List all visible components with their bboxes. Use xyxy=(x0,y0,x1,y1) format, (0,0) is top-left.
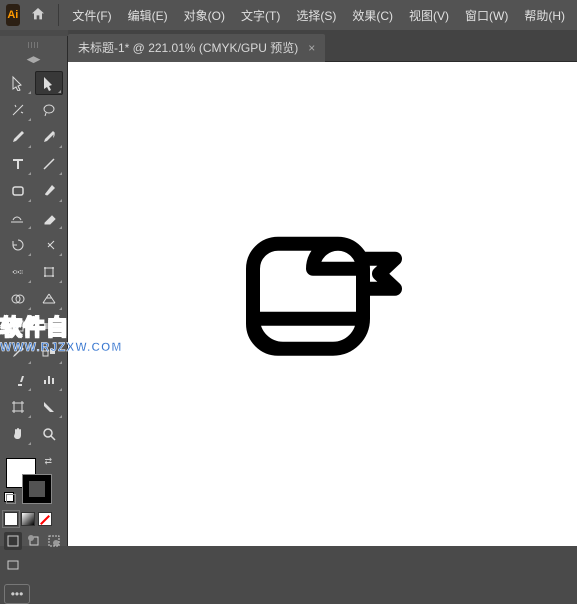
pen-tool[interactable] xyxy=(4,125,32,149)
watermark-url: WWW.RJZXW.COM xyxy=(0,340,122,354)
collapse-toggle[interactable]: ◀▶ xyxy=(4,54,63,65)
zoom-tool[interactable] xyxy=(35,422,63,446)
divider xyxy=(58,4,59,26)
default-fill-stroke-icon[interactable] xyxy=(4,492,16,504)
watermark-text: 软件自学网 xyxy=(0,310,122,342)
curvature-tool[interactable] xyxy=(35,125,63,149)
shaper-tool[interactable] xyxy=(4,206,32,230)
perspective-grid-tool[interactable] xyxy=(35,287,63,311)
swap-fill-stroke-icon[interactable]: ⇄ xyxy=(44,456,52,467)
menu-type[interactable]: 文字(T) xyxy=(235,3,286,28)
scissors-tool[interactable] xyxy=(35,233,63,257)
menu-view[interactable]: 视图(V) xyxy=(403,3,455,28)
selection-tool[interactable] xyxy=(4,71,32,95)
close-icon[interactable]: × xyxy=(308,41,315,55)
draw-mode-row xyxy=(4,532,63,550)
magic-wand-tool[interactable] xyxy=(4,98,32,122)
tools-panel: ◀▶ ⇄ xyxy=(0,36,68,546)
menu-edit[interactable]: 编辑(E) xyxy=(122,3,174,28)
document-tab[interactable]: 未标题-1* @ 221.01% (CMYK/GPU 预览) × xyxy=(68,34,325,62)
rectangle-tool[interactable] xyxy=(4,179,32,203)
home-icon[interactable] xyxy=(30,6,46,25)
draw-normal-button[interactable] xyxy=(4,532,22,550)
menu-object[interactable]: 对象(O) xyxy=(178,3,231,28)
app-logo: Ai xyxy=(6,4,20,26)
color-mode-row xyxy=(4,512,63,526)
menu-help[interactable]: 帮助(H) xyxy=(518,3,571,28)
width-tool[interactable] xyxy=(4,260,32,284)
screen-mode-button[interactable] xyxy=(4,556,22,574)
document-tab-bar: 未标题-1* @ 221.01% (CMYK/GPU 预览) × xyxy=(68,30,577,62)
watermark: 软件自学网 WWW.RJZXW.COM xyxy=(0,310,122,354)
canvas[interactable] xyxy=(68,62,577,546)
stroke-swatch[interactable] xyxy=(22,474,52,504)
symbol-sprayer-tool[interactable] xyxy=(4,368,32,392)
edit-toolbar-button[interactable]: ••• xyxy=(4,584,30,604)
title-bar: Ai 文件(F) 编辑(E) 对象(O) 文字(T) 选择(S) 效果(C) 视… xyxy=(0,0,577,30)
color-none-button[interactable] xyxy=(38,512,52,526)
rotate-tool[interactable] xyxy=(4,233,32,257)
paintbrush-tool[interactable] xyxy=(35,179,63,203)
line-tool[interactable] xyxy=(35,152,63,176)
free-transform-tool[interactable] xyxy=(35,260,63,284)
column-graph-tool[interactable] xyxy=(35,368,63,392)
color-solid-button[interactable] xyxy=(4,512,18,526)
color-gradient-button[interactable] xyxy=(21,512,35,526)
artwork-bookmark-icon xyxy=(243,219,403,374)
draw-inside-button[interactable] xyxy=(45,532,63,550)
lasso-tool[interactable] xyxy=(35,98,63,122)
screen-mode-row xyxy=(4,556,63,574)
eraser-tool[interactable] xyxy=(35,206,63,230)
type-tool[interactable] xyxy=(4,152,32,176)
menu-file[interactable]: 文件(F) xyxy=(66,3,117,28)
main-menu: 文件(F) 编辑(E) 对象(O) 文字(T) 选择(S) 效果(C) 视图(V… xyxy=(66,3,571,28)
tab-title: 未标题-1* @ 221.01% (CMYK/GPU 预览) xyxy=(78,39,298,56)
menu-select[interactable]: 选择(S) xyxy=(290,3,342,28)
direct-selection-tool[interactable] xyxy=(35,71,63,95)
slice-tool[interactable] xyxy=(35,395,63,419)
shape-builder-tool[interactable] xyxy=(4,287,32,311)
artboard-tool[interactable] xyxy=(4,395,32,419)
fill-stroke-swatches[interactable]: ⇄ xyxy=(4,456,52,504)
panel-grip[interactable] xyxy=(28,42,39,48)
menu-effect[interactable]: 效果(C) xyxy=(346,3,399,28)
draw-behind-button[interactable] xyxy=(25,532,43,550)
hand-tool[interactable] xyxy=(4,422,32,446)
menu-window[interactable]: 窗口(W) xyxy=(459,3,514,28)
